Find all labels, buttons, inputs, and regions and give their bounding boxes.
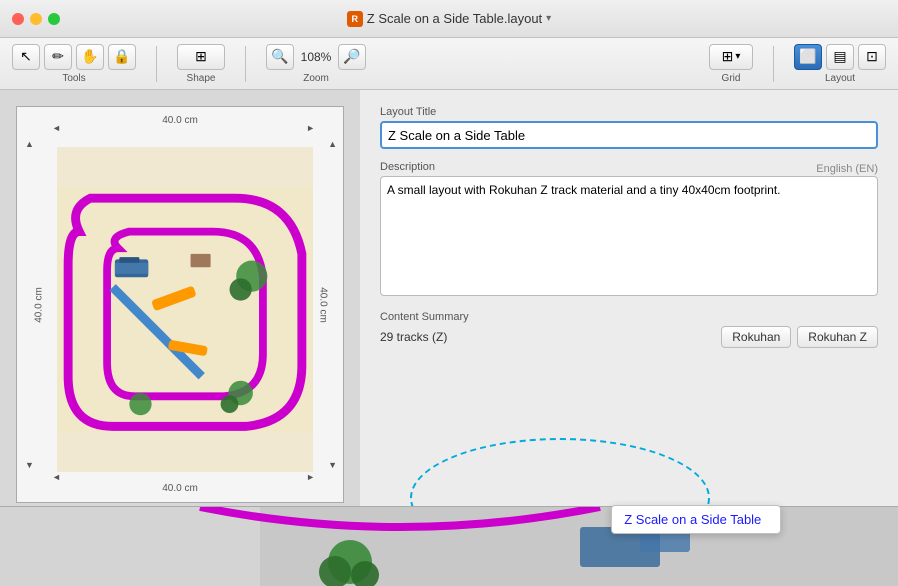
grid-group: ⊞▾ Grid bbox=[709, 44, 753, 84]
title-bar: R Z Scale on a Side Table.layout ▾ bbox=[0, 0, 898, 38]
ruler-arrow-rb: ▼ bbox=[328, 460, 337, 470]
tools-group: ↖ ✏ ✋ 🔒 Tools bbox=[12, 44, 136, 84]
grid-btn[interactable]: ⊞▾ bbox=[709, 44, 753, 70]
layout-view-btn3[interactable]: ⊡ bbox=[858, 44, 886, 70]
tracks-count: 29 tracks (Z) bbox=[380, 330, 447, 344]
dropdown-popup-item[interactable]: Z Scale on a Side Table bbox=[612, 506, 780, 533]
layout-view-group: ⬜ ▤ ⊡ Layout bbox=[794, 44, 886, 84]
ruler-arrow-lt: ▲ bbox=[25, 139, 34, 149]
shape-btn[interactable]: ⊞ bbox=[177, 44, 225, 70]
sep1 bbox=[156, 46, 157, 82]
content-summary-section: Content Summary 29 tracks (Z) Rokuhan Ro… bbox=[380, 311, 878, 348]
track-area bbox=[57, 147, 313, 472]
ruler-arrow-tl: ◄ bbox=[52, 123, 61, 133]
tag-buttons: Rokuhan Rokuhan Z bbox=[721, 326, 878, 348]
preview-canvas: 40.0 cm 40.0 cm 40.0 cm 40.0 cm ◄ ► ◄ ► … bbox=[16, 106, 344, 503]
zoom-out-btn[interactable]: 🔍 bbox=[266, 44, 294, 70]
ruler-arrow-rt: ▲ bbox=[328, 139, 337, 149]
track-svg bbox=[57, 147, 313, 472]
ruler-arrow-br: ► bbox=[306, 472, 315, 482]
ruler-arrow-bl: ◄ bbox=[52, 472, 61, 482]
pointer-tool-btn[interactable]: ↖ bbox=[12, 44, 40, 70]
ruler-top: 40.0 cm bbox=[162, 115, 198, 126]
window-controls bbox=[12, 13, 60, 25]
summary-row: 29 tracks (Z) Rokuhan Rokuhan Z bbox=[380, 326, 878, 348]
shape-group: ⊞ Shape bbox=[177, 44, 225, 84]
pencil-tool-btn[interactable]: ✏ bbox=[44, 44, 72, 70]
canvas-inner: 40.0 cm 40.0 cm 40.0 cm 40.0 cm ◄ ► ◄ ► … bbox=[17, 107, 343, 502]
sep2 bbox=[245, 46, 246, 82]
minimize-button[interactable] bbox=[30, 13, 42, 25]
layout-view-btn1[interactable]: ⬜ bbox=[794, 44, 822, 70]
ruler-bottom: 40.0 cm bbox=[162, 483, 198, 494]
zoom-value: 108% bbox=[298, 50, 334, 64]
close-button[interactable] bbox=[12, 13, 24, 25]
description-textarea[interactable]: A small layout with Rokuhan Z track mate… bbox=[380, 176, 878, 296]
layout-view-btn2[interactable]: ▤ bbox=[826, 44, 854, 70]
title-text: Z Scale on a Side Table.layout bbox=[367, 11, 542, 26]
lock-tool-btn[interactable]: 🔒 bbox=[108, 44, 136, 70]
description-section: Description English (EN) A small layout … bbox=[380, 161, 878, 299]
window-title: R Z Scale on a Side Table.layout ▾ bbox=[347, 11, 551, 27]
toolbar: ↖ ✏ ✋ 🔒 Tools ⊞ Shape 🔍 108% 🔎 Zoom ⊞▾ G… bbox=[0, 38, 898, 90]
ruler-left: 40.0 cm bbox=[33, 287, 44, 323]
zoom-label: Zoom bbox=[303, 73, 329, 84]
ruler-arrow-lb: ▼ bbox=[25, 460, 34, 470]
maximize-button[interactable] bbox=[48, 13, 60, 25]
ruler-arrow-tr: ► bbox=[306, 123, 315, 133]
layout-title-section: Layout Title bbox=[380, 106, 878, 149]
content-summary-label: Content Summary bbox=[380, 311, 878, 323]
zoom-group: 🔍 108% 🔎 Zoom bbox=[266, 44, 366, 84]
rokuhan-tag-btn[interactable]: Rokuhan bbox=[721, 326, 791, 348]
zoom-in-btn[interactable]: 🔎 bbox=[338, 44, 366, 70]
description-header: Description English (EN) bbox=[380, 161, 878, 176]
description-label: Description bbox=[380, 161, 435, 173]
app-icon: R bbox=[347, 11, 363, 27]
layout-label: Layout bbox=[825, 73, 855, 84]
dropdown-popup: Z Scale on a Side Table bbox=[611, 505, 781, 534]
layout-title-input[interactable] bbox=[380, 121, 878, 149]
hand-tool-btn[interactable]: ✋ bbox=[76, 44, 104, 70]
layout-title-label: Layout Title bbox=[380, 106, 878, 118]
shape-label: Shape bbox=[187, 73, 216, 84]
rokuhan-z-tag-btn[interactable]: Rokuhan Z bbox=[797, 326, 878, 348]
ruler-right: 40.0 cm bbox=[318, 287, 329, 323]
title-dropdown-arrow[interactable]: ▾ bbox=[546, 13, 551, 24]
grid-label: Grid bbox=[722, 73, 741, 84]
sep3 bbox=[773, 46, 774, 82]
lang-label: English (EN) bbox=[816, 163, 878, 175]
tools-label: Tools bbox=[62, 73, 85, 84]
